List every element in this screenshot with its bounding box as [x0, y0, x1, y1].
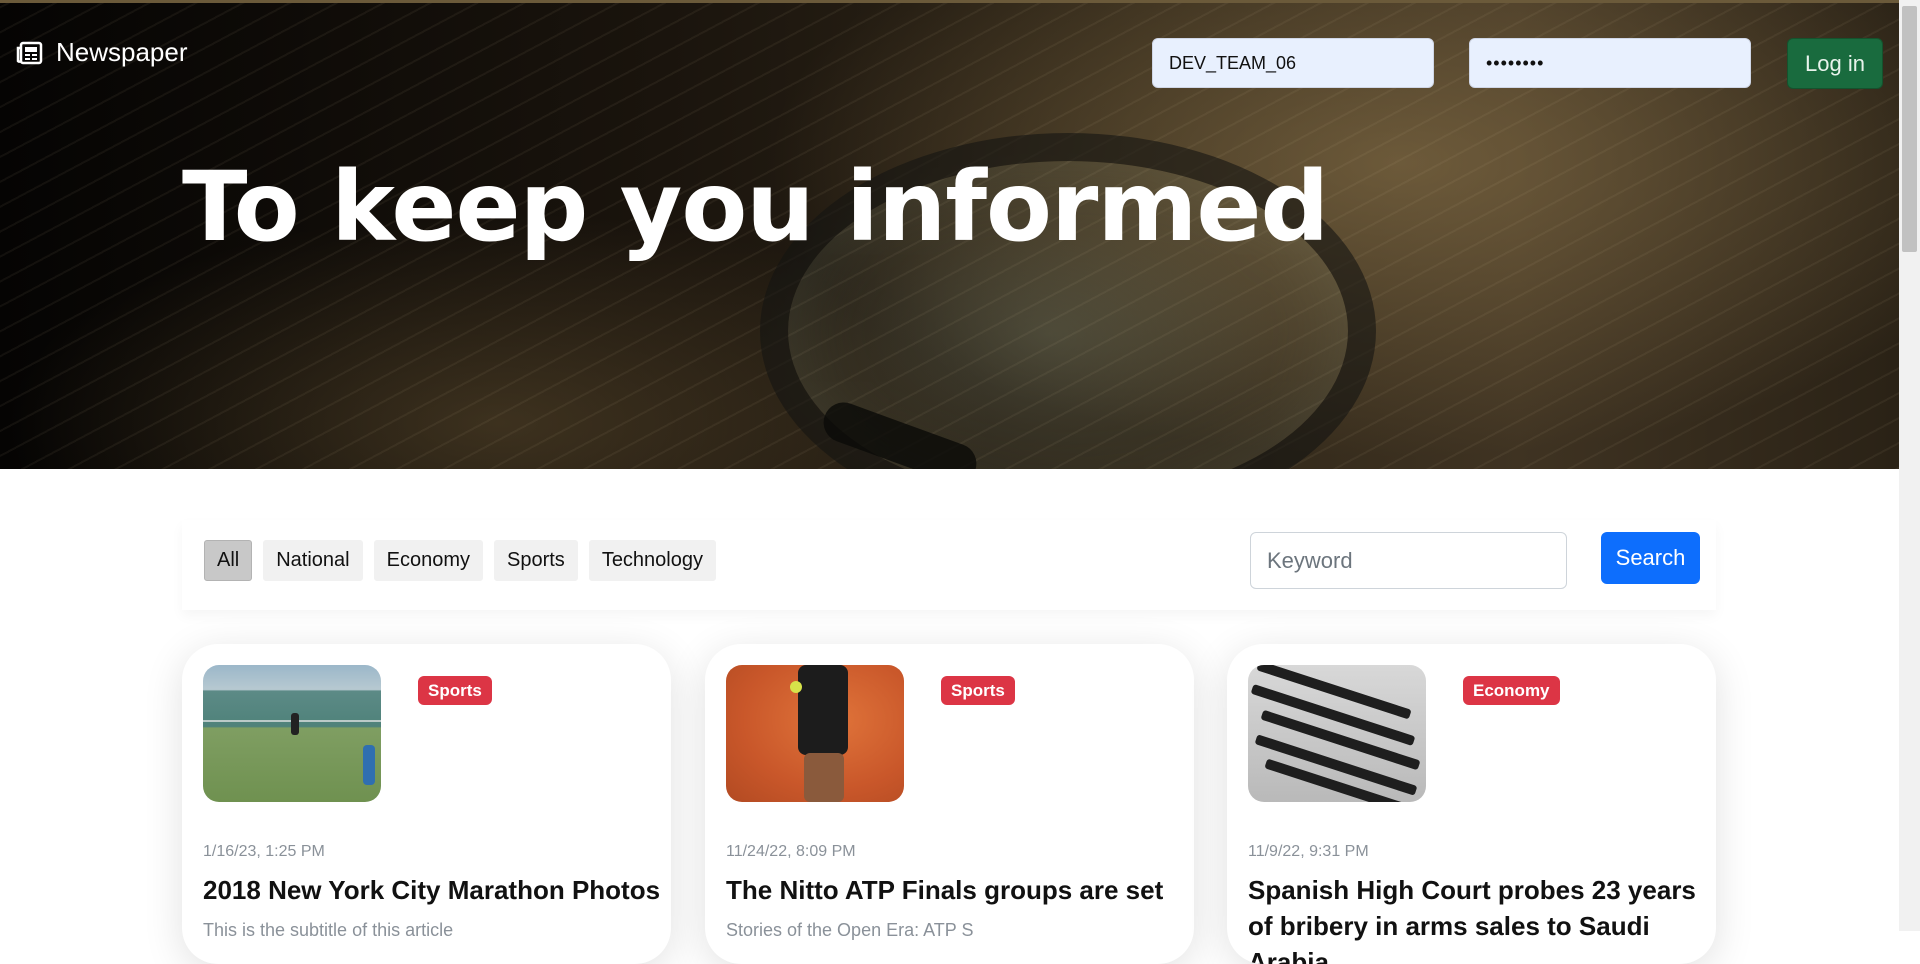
article-date: 11/24/22, 8:09 PM	[726, 843, 856, 860]
page-scrollbar-thumb[interactable]	[1902, 6, 1917, 252]
article-date: 11/9/22, 9:31 PM	[1248, 843, 1369, 860]
article-date: 1/16/23, 1:25 PM	[203, 843, 325, 860]
article-thumbnail	[203, 665, 381, 802]
article-card[interactable]: Sports 11/24/22, 8:09 PM The Nitto ATP F…	[705, 644, 1194, 964]
brand-name: Newspaper	[56, 37, 188, 67]
article-card[interactable]: Economy 11/9/22, 9:31 PM Spanish High Co…	[1227, 644, 1716, 964]
login-button[interactable]: Log in	[1787, 38, 1883, 89]
article-thumbnail	[726, 665, 904, 802]
hero-title: To keep you informed	[182, 151, 1329, 263]
brand-link[interactable]: Newspaper	[16, 37, 188, 68]
keyword-search-input[interactable]	[1250, 532, 1567, 589]
article-thumbnail	[1248, 665, 1426, 802]
article-title[interactable]: 2018 New York City Marathon Photos	[203, 872, 663, 908]
username-input[interactable]	[1152, 38, 1434, 88]
filter-sports[interactable]: Sports	[494, 540, 578, 581]
player-figure	[798, 665, 848, 755]
password-input[interactable]	[1469, 38, 1751, 88]
player-legs	[804, 753, 844, 802]
filter-technology[interactable]: Technology	[588, 540, 716, 581]
tennis-ball	[790, 681, 802, 693]
filter-all[interactable]: All	[204, 540, 253, 581]
filter-national[interactable]: National	[263, 540, 363, 581]
player-figure	[363, 745, 375, 785]
newspaper-icon	[16, 41, 43, 64]
article-title[interactable]: Spanish High Court probes 23 years of br…	[1248, 872, 1708, 964]
hero-banner: Newspaper Log in To keep you informed	[0, 3, 1899, 469]
category-badge: Sports	[418, 676, 492, 705]
category-badge: Sports	[941, 676, 1015, 705]
filter-bar: All National Economy Sports Technology S…	[182, 520, 1716, 610]
player-figure	[291, 713, 299, 735]
article-title[interactable]: The Nitto ATP Finals groups are set	[726, 872, 1186, 908]
search-button[interactable]: Search	[1601, 532, 1700, 584]
category-badge: Economy	[1463, 676, 1560, 705]
article-card[interactable]: Sports 1/16/23, 1:25 PM 2018 New York Ci…	[182, 644, 671, 964]
filter-economy[interactable]: Economy	[373, 540, 483, 581]
category-filters: All National Economy Sports Technology	[204, 540, 716, 581]
